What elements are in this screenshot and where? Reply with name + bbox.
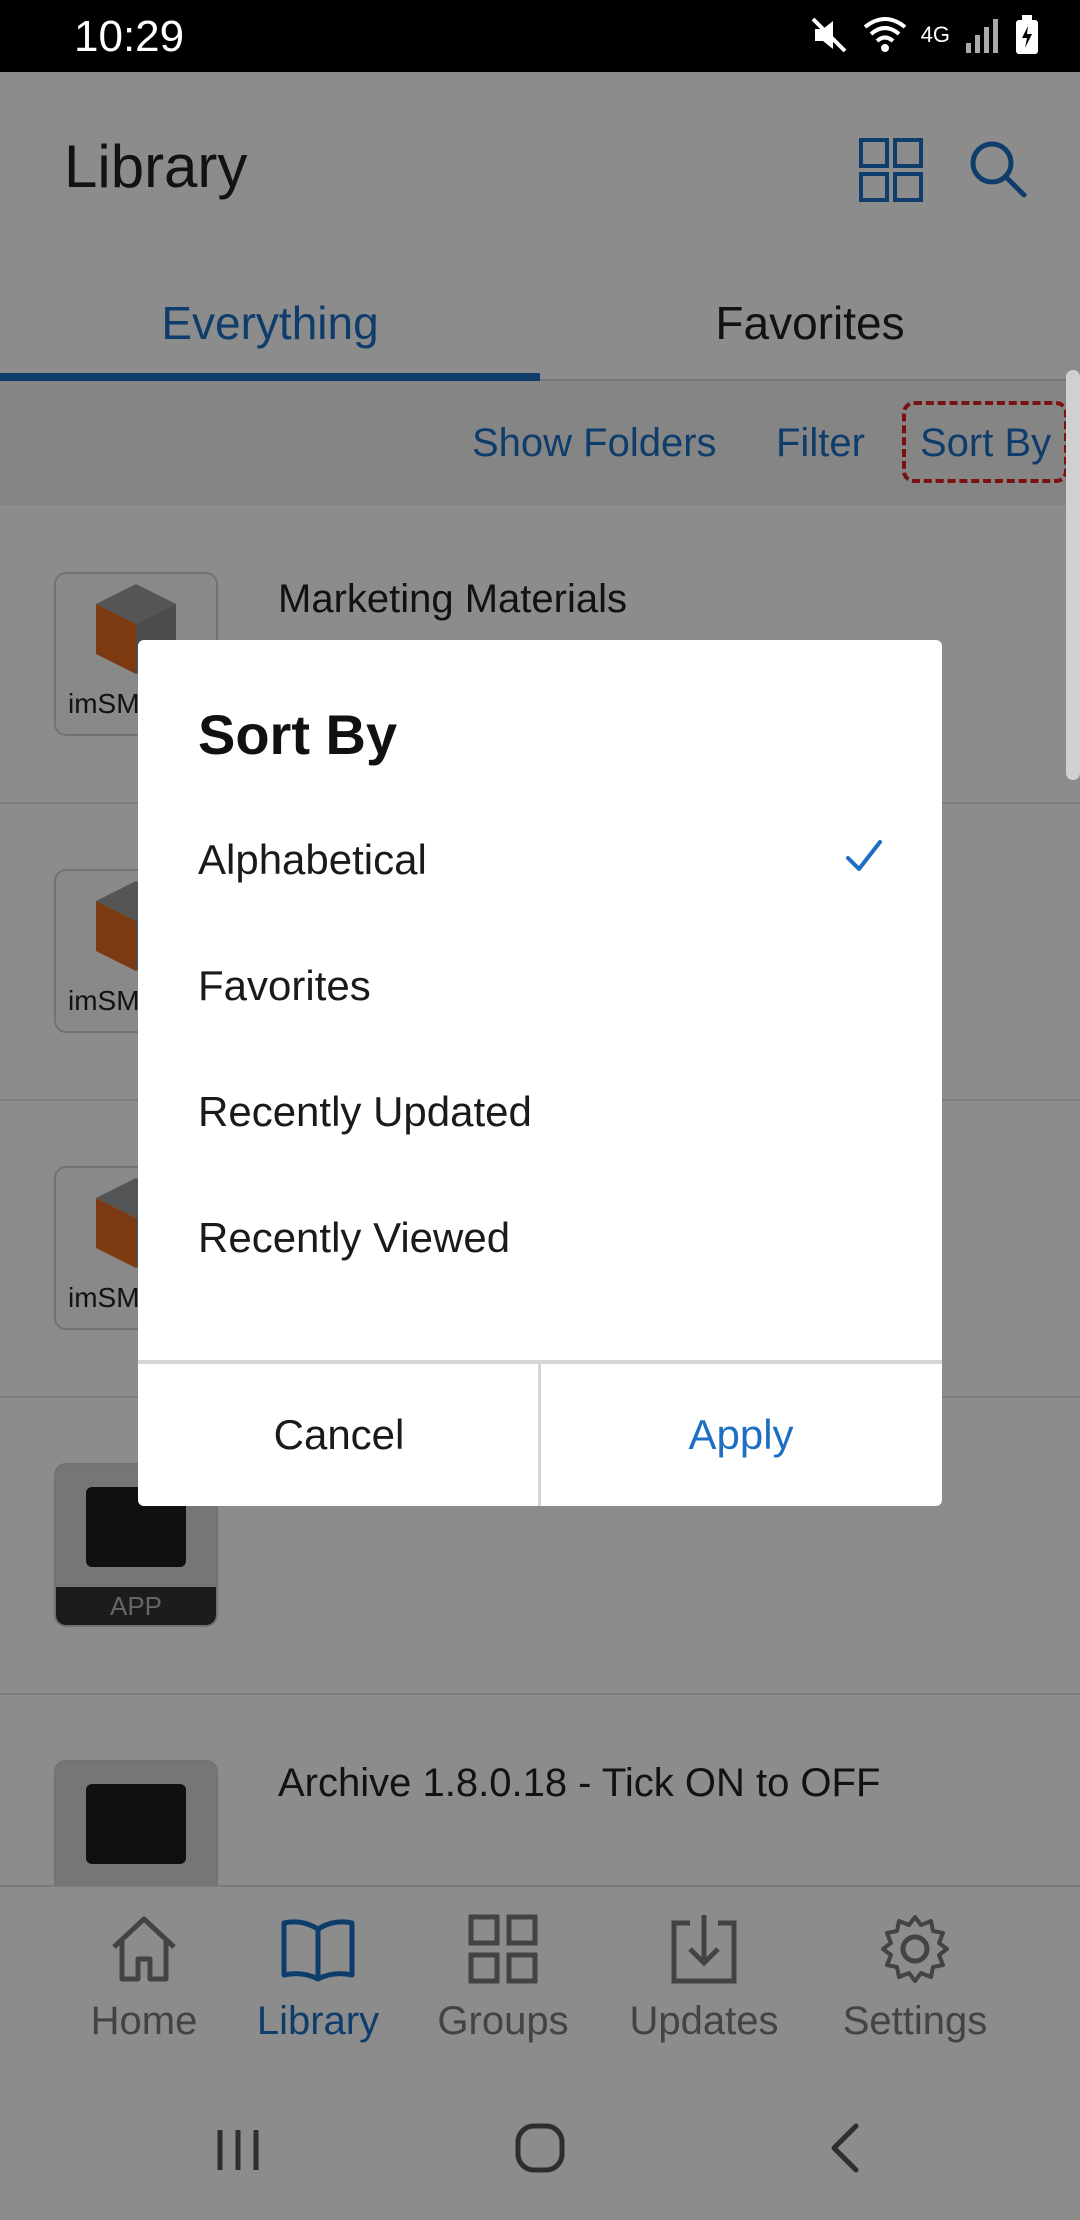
wifi-icon — [863, 17, 906, 52]
scrollbar[interactable] — [1066, 370, 1080, 780]
checkmark-icon — [846, 840, 882, 871]
sort-by-dialog: Sort By Alphabetical Favorites Recently … — [138, 640, 942, 1506]
sort-option-favorites[interactable]: Favorites — [138, 924, 942, 1050]
status-time: 10:29 — [74, 12, 185, 61]
apply-button[interactable]: Apply — [540, 1364, 942, 1506]
sort-option-recently-updated[interactable]: Recently Updated — [138, 1050, 942, 1176]
battery-icon — [1016, 15, 1038, 54]
status-bar: 10:29 4G — [0, 0, 1080, 72]
dialog-title: Sort By — [198, 703, 398, 766]
network-type: 4G — [920, 22, 950, 47]
sort-option-recently-viewed[interactable]: Recently Viewed — [138, 1176, 942, 1302]
mute-icon — [811, 17, 847, 53]
cancel-button[interactable]: Cancel — [138, 1364, 540, 1506]
sort-option-alphabetical[interactable]: Alphabetical — [138, 798, 942, 924]
signal-icon — [966, 19, 998, 53]
